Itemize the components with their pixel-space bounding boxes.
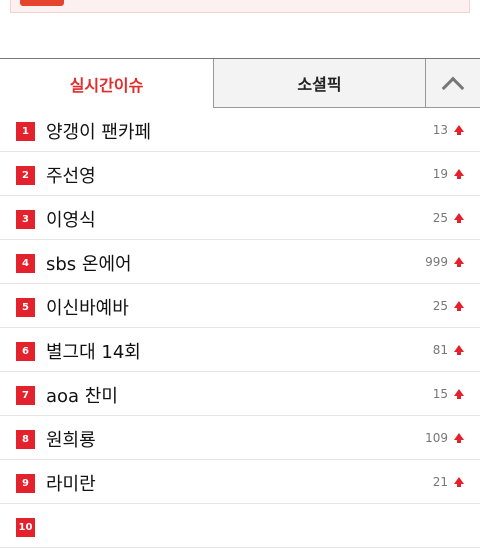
tab-bar: 실시간이슈 소셜픽 [0, 58, 480, 108]
list-item[interactable]: 5 이신바예바 25 [0, 284, 480, 328]
list-item[interactable]: 2 주선영 19 [0, 152, 480, 196]
keyword-text: 양갱이 팬카페 [46, 122, 152, 143]
tab-social-pick[interactable]: 소셜픽 [213, 59, 425, 108]
keyword-count: 109 [425, 431, 448, 445]
collapse-button[interactable] [425, 59, 480, 108]
rank-badge: 8 [16, 430, 35, 449]
keyword-text: 주선영 [46, 166, 96, 187]
list-item[interactable]: 8 원희룡 109 [0, 416, 480, 460]
arrow-up-icon [454, 213, 464, 223]
rank-badge: 6 [16, 342, 35, 361]
arrow-up-icon [454, 125, 464, 135]
rank-badge: 9 [16, 474, 35, 493]
keyword-text: 별그대 14회 [46, 342, 141, 363]
keyword-count: 19 [432, 167, 448, 181]
keyword-count: 13 [432, 123, 448, 137]
list-item[interactable]: 3 이영식 25 [0, 196, 480, 240]
arrow-up-icon [454, 257, 464, 267]
keyword-text: 이신바예바 [46, 298, 129, 319]
arrow-up-icon [454, 433, 464, 443]
list-item[interactable]: 4 sbs 온에어 999 [0, 240, 480, 284]
keyword-count: 21 [432, 475, 448, 489]
keyword-count: 999 [425, 255, 448, 269]
arrow-up-icon [454, 301, 464, 311]
keyword-text: sbs 온에어 [46, 254, 132, 275]
list-item[interactable]: 1 양갱이 팬카페 13 [0, 108, 480, 152]
keyword-count: 25 [432, 211, 448, 225]
top-banner [10, 0, 470, 13]
keyword-count: 81 [432, 343, 448, 357]
keyword-text: aoa 찬미 [46, 386, 118, 407]
rank-badge: 5 [16, 298, 35, 317]
tab-realtime-issues[interactable]: 실시간이슈 [0, 59, 213, 108]
list-item[interactable]: 6 별그대 14회 81 [0, 328, 480, 372]
arrow-up-icon [454, 477, 464, 487]
arrow-up-icon [454, 345, 464, 355]
arrow-up-icon [454, 169, 464, 179]
keyword-count: 15 [432, 387, 448, 401]
rank-badge: 7 [16, 386, 35, 405]
keyword-list: 1 양갱이 팬카페 13 2 주선영 19 3 이영식 25 4 sbs 온에어… [0, 108, 480, 548]
arrow-up-icon [454, 389, 464, 399]
keyword-count: 25 [432, 299, 448, 313]
list-item[interactable]: 10 [0, 504, 480, 548]
rank-badge: 2 [16, 166, 35, 185]
chevron-up-icon [441, 76, 465, 99]
banner-button[interactable] [20, 0, 64, 6]
list-item[interactable]: 9 라미란 21 [0, 460, 480, 504]
keyword-text: 라미란 [46, 474, 96, 495]
keyword-text: 원희룡 [46, 430, 96, 451]
keyword-text: 이영식 [46, 210, 96, 231]
list-item[interactable]: 7 aoa 찬미 15 [0, 372, 480, 416]
rank-badge: 4 [16, 254, 35, 273]
rank-badge: 3 [16, 210, 35, 229]
rank-badge: 1 [16, 122, 35, 141]
